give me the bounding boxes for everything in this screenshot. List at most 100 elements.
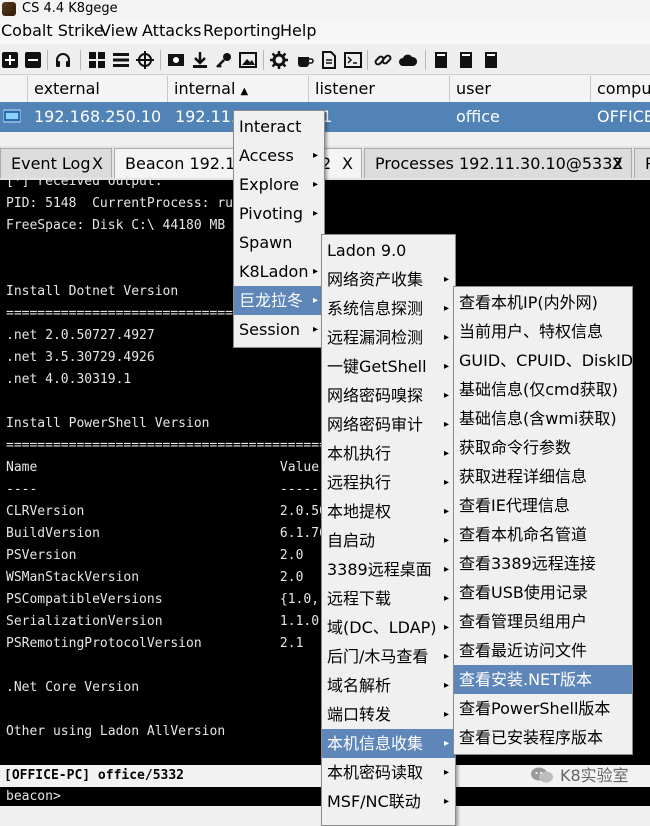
tab-processes[interactable]: Processes 192.11.30.10@5332 X: [364, 148, 632, 178]
menu-item-explore[interactable]: Explore ▸: [234, 170, 324, 199]
menu-item-label: Interact: [239, 117, 302, 136]
menu-item-label: Session: [239, 320, 301, 339]
menu-item-rdp[interactable]: 3389远程桌面 ▸: [322, 555, 455, 584]
submenu-arrow-icon: ▸: [443, 622, 449, 633]
menu-item-k8ladon[interactable]: K8Ladon ▸: [234, 257, 324, 286]
column-external[interactable]: external: [28, 76, 168, 102]
tab-label: P: [645, 154, 650, 173]
book-icon[interactable]: [456, 50, 476, 70]
menu-item-spawn[interactable]: Spawn: [234, 228, 324, 257]
book-icon[interactable]: [431, 50, 451, 70]
terminal-icon[interactable]: [343, 50, 363, 70]
menu-item-privesc[interactable]: 本地提权 ▸: [322, 497, 455, 526]
submenu-arrow-icon: ▸: [443, 651, 449, 662]
image-icon[interactable]: [166, 50, 186, 70]
console-line: .Net Core Version: [6, 680, 140, 695]
table-empty-area: [0, 132, 650, 147]
menu-item-local-exec[interactable]: 本机执行 ▸: [322, 439, 455, 468]
download-icon[interactable]: [190, 50, 210, 70]
menu-item-port-forward[interactable]: 端口转发 ▸: [322, 700, 455, 729]
beacon-prompt: beacon>: [6, 789, 61, 804]
menu-item-basic-info-wmi[interactable]: 基础信息(含wmi获取): [454, 404, 632, 433]
plus-icon[interactable]: [0, 50, 20, 70]
book-icon[interactable]: [481, 50, 501, 70]
column-listener[interactable]: listener: [309, 76, 450, 102]
key-icon[interactable]: [214, 50, 234, 70]
menu-item-view-ip[interactable]: 查看本机IP(内外网): [454, 288, 632, 317]
menu-item-ladon-version[interactable]: Ladon 9.0: [322, 236, 455, 265]
menu-item-dotnet-version[interactable]: 查看安装.NET版本: [454, 665, 632, 694]
menu-item-remote-vuln-check[interactable]: 远程漏洞检测 ▸: [322, 323, 455, 352]
menu-item-asset-collection[interactable]: 网络资产收集 ▸: [322, 265, 455, 294]
menu-item-label: Explore: [239, 175, 300, 194]
minus-icon[interactable]: [23, 50, 43, 70]
headphones-icon[interactable]: [53, 50, 73, 70]
menu-item-admin-group[interactable]: 查看管理员组用户: [454, 607, 632, 636]
menu-reporting[interactable]: Reporting: [203, 21, 281, 40]
menu-item-label: 本地提权: [327, 502, 392, 521]
menu-item-interact[interactable]: Interact: [234, 112, 324, 141]
menu-item-session[interactable]: Session ▸: [234, 315, 324, 344]
console-line: Install PowerShell Version: [6, 416, 210, 431]
column-computer[interactable]: computer: [591, 76, 650, 102]
menu-item-password-sniff[interactable]: 网络密码嗅探 ▸: [322, 381, 455, 410]
column-internal[interactable]: internal ▲: [168, 76, 309, 102]
menu-help[interactable]: Help: [280, 21, 316, 40]
menu-item-local-info[interactable]: 本机信息收集 ▸: [322, 729, 455, 758]
tab-overflow[interactable]: P: [634, 148, 650, 178]
network-icon[interactable]: [87, 50, 107, 70]
menu-item-label: 远程执行: [327, 473, 392, 492]
tab-close-button[interactable]: X: [612, 149, 623, 179]
menu-item-dns-resolve[interactable]: 域名解析 ▸: [322, 671, 455, 700]
menu-item-usb-history[interactable]: 查看USB使用记录: [454, 578, 632, 607]
cell-computer: OFFICE: [597, 107, 650, 126]
menu-item-password-dump[interactable]: 本机密码读取 ▸: [322, 758, 455, 787]
coffee-icon[interactable]: [295, 50, 315, 70]
menu-item-named-pipes[interactable]: 查看本机命名管道: [454, 520, 632, 549]
ladon-submenu: Ladon 9.0 网络资产收集 ▸ 系统信息探测 ▸ 远程漏洞检测 ▸ 一键GetS…: [321, 234, 456, 826]
tab-label: Event Log: [11, 154, 91, 173]
wechat-logo-icon: [531, 767, 553, 783]
menu-item-ie-proxy[interactable]: 查看IE代理信息: [454, 491, 632, 520]
document-icon[interactable]: [319, 50, 339, 70]
menu-item-guid-cpuid[interactable]: GUID、CPUID、DiskID: [454, 346, 633, 375]
menu-item-remote-download[interactable]: 远程下载 ▸: [322, 584, 455, 613]
menu-item-powershell-version[interactable]: 查看PowerShell版本: [454, 694, 632, 723]
menu-item-msf-nc[interactable]: MSF/NC联动 ▸: [322, 787, 455, 816]
picture-icon[interactable]: [238, 50, 258, 70]
menu-cobalt-strike[interactable]: Cobalt Strike: [1, 21, 104, 40]
gear-icon[interactable]: [269, 50, 289, 70]
submenu-arrow-icon: ▸: [312, 150, 318, 161]
submenu-arrow-icon: ▸: [443, 738, 449, 749]
menu-item-label: 域名解析: [327, 676, 392, 695]
menu-item-basic-info-cmd[interactable]: 基础信息(仅cmd获取): [454, 375, 632, 404]
column-user[interactable]: user: [450, 76, 591, 102]
list-icon[interactable]: [111, 50, 131, 70]
tab-close-button[interactable]: X: [342, 149, 353, 179]
menu-item-system-probe[interactable]: 系统信息探测 ▸: [322, 294, 455, 323]
target-icon[interactable]: [135, 50, 155, 70]
menu-item-getshell[interactable]: 一键GetShell ▸: [322, 352, 455, 381]
menu-item-pivoting[interactable]: Pivoting ▸: [234, 199, 324, 228]
menu-item-current-user[interactable]: 当前用户、特权信息: [454, 317, 632, 346]
toolbar-separator: [160, 50, 161, 70]
menu-item-recent-files[interactable]: 查看最近访问文件: [454, 636, 632, 665]
menu-attacks[interactable]: Attacks: [142, 21, 201, 40]
menu-item-autostart[interactable]: 自启动 ▸: [322, 526, 455, 555]
menu-item-rdp-connections[interactable]: 查看3389远程连接: [454, 549, 632, 578]
menu-item-installed-programs[interactable]: 查看已安装程序版本: [454, 723, 632, 752]
menu-view[interactable]: View: [100, 21, 138, 40]
menu-item-domain-ldap[interactable]: 域(DC、LDAP) ▸: [322, 613, 455, 642]
menu-item-backdoor-check[interactable]: 后门/木马查看 ▸: [322, 642, 455, 671]
tab-label: Beacon 192.11: [125, 154, 246, 173]
menu-item-julong-ladong[interactable]: 巨龙拉冬 ▸: [234, 286, 324, 315]
menu-item-access[interactable]: Access ▸: [234, 141, 324, 170]
menu-item-cmdline-args[interactable]: 获取命令行参数: [454, 433, 632, 462]
menu-item-password-audit[interactable]: 网络密码审计 ▸: [322, 410, 455, 439]
menu-item-process-details[interactable]: 获取进程详细信息: [454, 462, 632, 491]
cloud-icon[interactable]: [398, 50, 418, 70]
link-icon[interactable]: [373, 50, 393, 70]
menu-item-remote-exec[interactable]: 远程执行 ▸: [322, 468, 455, 497]
menu-item-label: Pivoting: [239, 204, 304, 223]
console-line: ---- -----: [6, 482, 320, 497]
